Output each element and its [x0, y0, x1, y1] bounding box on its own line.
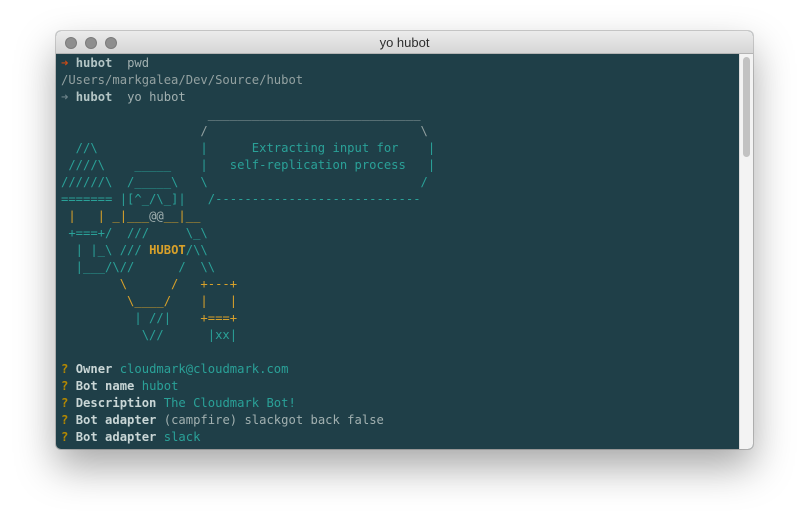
ascii-art-line: ////\ _____ | self-replication process |: [61, 157, 435, 174]
question-mark-icon: ?: [61, 413, 69, 427]
ascii-art-line: |___/\// / \\: [61, 259, 215, 276]
command-line: ➜ hubot pwd: [61, 55, 149, 72]
prompt-bot-adapter: ? Bot adapter slack: [61, 429, 200, 446]
window-title: yo hubot: [379, 35, 430, 50]
ascii-art-segment: //\ | Extracting input for |: [61, 141, 436, 155]
command-text: yo hubot: [127, 90, 186, 104]
ascii-art-eyes: @@: [149, 209, 164, 223]
prompt-label: Bot adapter: [75, 430, 157, 444]
prompt-label: Bot name: [75, 379, 135, 393]
vertical-scrollbar[interactable]: [739, 54, 753, 449]
ascii-art-segment: //////\ /_____\ \ /: [61, 175, 428, 189]
ascii-art-line: \// |xx|: [61, 327, 237, 344]
prompt-bot-adapter-pending: ? Bot adapter (campfire) slackgot back f…: [61, 412, 384, 429]
ascii-art-segment: \____/ | |: [61, 294, 238, 308]
title-bar[interactable]: yo hubot: [56, 31, 753, 54]
ascii-art-line: //\ | Extracting input for |: [61, 140, 436, 157]
prompt-arrow-icon: ➜: [61, 56, 69, 70]
ascii-art-line: +===+/ /// \_\: [61, 225, 208, 242]
prompt-answer: cloudmark@cloudmark.com: [119, 362, 289, 376]
ascii-art-line: | | _|___@@__|__: [61, 208, 200, 225]
ascii-art-segment: | |_\ ///: [61, 243, 150, 257]
prompt-answer: hubot: [141, 379, 179, 393]
ascii-art-line: _____________________________: [61, 107, 421, 121]
ascii-art-segment: \// |xx|: [61, 328, 238, 342]
question-mark-icon: ?: [61, 430, 69, 444]
prompt-owner: ? Owner cloudmark@cloudmark.com: [61, 361, 288, 378]
question-mark-icon: ?: [61, 379, 69, 393]
ascii-art-segment: |___/\// / \\: [61, 260, 216, 274]
ascii-art-line: \ / +---+: [61, 276, 237, 293]
prompt-directory: hubot: [75, 90, 113, 104]
ascii-art-line: //////\ /_____\ \ /: [61, 174, 428, 191]
ascii-art-segment: /\\: [185, 243, 208, 257]
prompt-description: ? Description The Cloudmark Bot!: [61, 395, 296, 412]
ascii-art-line: ======= |[^_/\_]| /---------------------…: [61, 191, 421, 208]
prompt-arrow-icon: ➜: [61, 90, 69, 104]
prompt-bot-name: ? Bot name hubot: [61, 378, 178, 395]
ascii-art-line: \____/ | |: [61, 293, 237, 310]
command-output: /Users/markgalea/Dev/Source/hubot: [61, 73, 304, 87]
ascii-art-hubot-label: HUBOT: [149, 243, 186, 257]
prompt-directory: hubot: [75, 56, 113, 70]
ascii-art-segment: __|__: [163, 209, 201, 223]
scrollbar-thumb[interactable]: [743, 57, 750, 157]
question-mark-icon: ?: [61, 362, 69, 376]
ascii-art-segment: | //|: [61, 311, 201, 325]
ascii-art-segment: | | _|___: [61, 209, 150, 223]
ascii-art-segment: +===+/ /// \_\: [61, 226, 208, 240]
prompt-answer: The Cloudmark Bot!: [163, 396, 296, 410]
terminal-window: yo hubot ➜ hubot pwd /Users/markgalea/De…: [56, 31, 753, 449]
ascii-art-line: / \: [61, 124, 428, 138]
prompt-answer: slack: [163, 430, 201, 444]
prompt-label: Bot adapter: [75, 413, 157, 427]
command-line: ➜ hubot yo hubot: [61, 89, 186, 106]
command-text: pwd: [127, 56, 150, 70]
terminal-output[interactable]: ➜ hubot pwd /Users/markgalea/Dev/Source/…: [56, 54, 739, 449]
prompt-default-and-log: (campfire) slackgot back false: [163, 413, 384, 427]
ascii-art-line: | //| +===+: [61, 310, 237, 327]
prompt-label: Owner: [75, 362, 113, 376]
ascii-art-segment: +===+: [200, 311, 238, 325]
ascii-art-segment: ======= |[^_/\_]| /---------------------…: [61, 192, 421, 206]
ascii-art-segment: +---+: [200, 277, 238, 291]
prompt-label: Description: [75, 396, 157, 410]
ascii-art-line: | |_\ /// HUBOT/\\: [61, 242, 208, 259]
ascii-art-segment: \ /: [61, 277, 201, 291]
question-mark-icon: ?: [61, 396, 69, 410]
ascii-art-segment: ////\ _____ | self-replication process |: [61, 158, 436, 172]
